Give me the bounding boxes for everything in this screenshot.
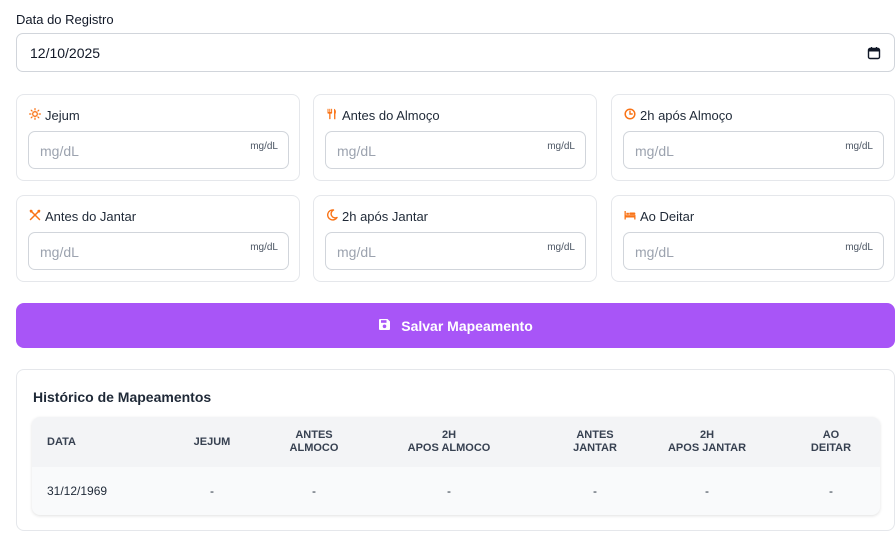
unit-label: mg/dL <box>845 242 873 253</box>
card-antes-almoco: Antes do Almoço mg/dL mg/dL <box>313 94 597 181</box>
col-header-text: ALMOCO <box>289 442 339 454</box>
table-cell: - <box>593 484 597 498</box>
col-header-text: 2H <box>441 429 457 441</box>
clock-icon <box>624 108 636 123</box>
field-label: Jejum <box>45 108 80 123</box>
field-label: Antes do Almoço <box>342 108 440 123</box>
input-placeholder: mg/dL <box>40 143 79 159</box>
card-title: 2h após Almoço <box>624 108 733 123</box>
card-title: Jejum <box>29 108 80 123</box>
field-label: 2h após Jantar <box>342 209 429 224</box>
utensils-crossed-icon <box>29 209 41 224</box>
card-title: 2h após Jantar <box>326 209 428 224</box>
input-placeholder: mg/dL <box>635 244 674 260</box>
save-button[interactable]: Salvar Mapeamento <box>16 303 895 348</box>
col-header-2h-apos-jantar: 2H APOS JANTAR <box>652 417 762 467</box>
card-ao-deitar: Ao Deitar mg/dL mg/dL <box>611 195 895 282</box>
col-header-text: AO <box>822 429 840 441</box>
table-cell: - <box>312 484 316 498</box>
unit-label: mg/dL <box>250 141 278 152</box>
card-2h-apos-jantar: 2h após Jantar mg/dL mg/dL <box>313 195 597 282</box>
antes-jantar-input[interactable]: mg/dL mg/dL <box>28 232 289 270</box>
col-header-ao-deitar: AO DEITAR <box>796 417 866 467</box>
unit-label: mg/dL <box>250 242 278 253</box>
2h-apos-jantar-input[interactable]: mg/dL mg/dL <box>325 232 586 270</box>
col-header-antes-jantar: ANTES JANTAR <box>550 417 640 467</box>
input-placeholder: mg/dL <box>337 143 376 159</box>
antes-almoco-input[interactable]: mg/dL mg/dL <box>325 131 586 169</box>
field-label: Ao Deitar <box>640 209 695 224</box>
save-icon <box>378 318 391 334</box>
calendar-icon[interactable] <box>867 46 881 60</box>
col-header-text: JANTAR <box>573 442 617 454</box>
col-header-text: DATA <box>47 435 76 448</box>
field-label: Antes do Jantar <box>45 209 137 224</box>
table-cell: - <box>829 484 833 498</box>
col-header-2h-apos-almoco: 2H APOS ALMOCO <box>394 417 504 467</box>
moon-icon <box>326 209 338 224</box>
card-antes-jantar: Antes do Jantar mg/dL mg/dL <box>16 195 300 282</box>
table-cell: - <box>210 484 214 498</box>
save-button-label: Salvar Mapeamento <box>401 317 533 334</box>
input-placeholder: mg/dL <box>337 244 376 260</box>
jejum-input[interactable]: mg/dL mg/dL <box>28 131 289 169</box>
col-header-text: JEJUM <box>193 435 231 448</box>
col-header-text: ANTES <box>295 429 333 441</box>
unit-label: mg/dL <box>547 141 575 152</box>
date-input[interactable]: 12/10/2025 <box>16 33 895 72</box>
history-title: Histórico de Mapeamentos <box>33 389 212 405</box>
col-header-text: APOS JANTAR <box>667 442 747 454</box>
col-header-text: ANTES <box>576 429 614 441</box>
col-header-text: APOS ALMOCO <box>407 442 491 454</box>
col-header-text: DEITAR <box>810 442 852 454</box>
table-cell: 31/12/1969 <box>47 484 108 498</box>
col-header-text: 2H <box>699 429 715 441</box>
card-2h-apos-almoco: 2h após Almoço mg/dL mg/dL <box>611 94 895 181</box>
unit-label: mg/dL <box>845 141 873 152</box>
history-table: DATA JEJUM ANTES ALMOCO 2H APOS ALMOCO ANT… <box>32 417 880 515</box>
card-title: Antes do Jantar <box>29 209 136 224</box>
utensils-icon <box>326 108 338 123</box>
bed-icon <box>624 209 636 224</box>
card-title: Antes do Almoço <box>326 108 440 123</box>
card-jejum: Jejum mg/dL mg/dL <box>16 94 300 181</box>
table-cell: - <box>447 484 451 498</box>
table-header: DATA JEJUM ANTES ALMOCO 2H APOS ALMOCO ANT… <box>32 417 880 467</box>
input-placeholder: mg/dL <box>635 143 674 159</box>
col-header-antes-almoco: ANTES ALMOCO <box>269 417 359 467</box>
field-label: 2h após Almoço <box>640 108 733 123</box>
sun-icon <box>29 108 41 123</box>
history-panel: Histórico de Mapeamentos DATA JEJUM ANTE… <box>16 369 895 531</box>
unit-label: mg/dL <box>547 242 575 253</box>
input-placeholder: mg/dL <box>40 244 79 260</box>
col-header-data: DATA <box>47 417 137 467</box>
ao-deitar-input[interactable]: mg/dL mg/dL <box>623 232 884 270</box>
date-value: 12/10/2025 <box>30 44 101 61</box>
col-header-jejum: JEJUM <box>182 417 242 467</box>
card-title: Ao Deitar <box>624 209 694 224</box>
2h-apos-almoco-input[interactable]: mg/dL mg/dL <box>623 131 884 169</box>
date-label: Data do Registro <box>16 12 114 27</box>
table-cell: - <box>705 484 709 498</box>
